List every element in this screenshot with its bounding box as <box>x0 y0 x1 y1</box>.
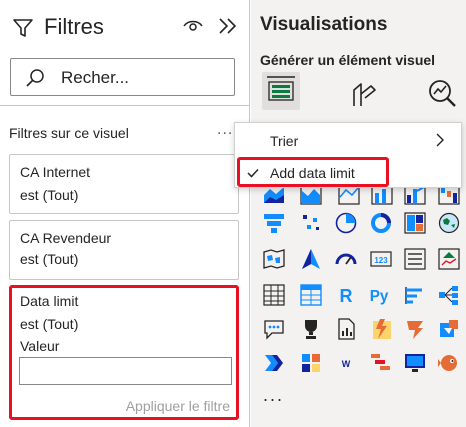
filters-header: Filtres <box>0 0 250 50</box>
visualizations-title: Visualisations <box>260 14 388 35</box>
smart-narrative-icon[interactable] <box>370 318 392 340</box>
filter-card-name: CA Internet <box>20 164 91 180</box>
key-influencers-icon[interactable] <box>404 284 426 306</box>
value-input[interactable] <box>19 357 232 385</box>
multi-row-card-icon[interactable] <box>404 248 426 270</box>
menu-item-label: Trier <box>270 133 299 149</box>
azure-map-icon[interactable] <box>300 248 322 270</box>
filters-pane: Filtres Recher... Filtres sur ce visuel … <box>0 0 250 427</box>
filter-card-ca-internet[interactable]: CA Internet est (Tout) <box>9 154 239 214</box>
power-apps-icon[interactable] <box>404 318 426 340</box>
scatter-chart-icon[interactable] <box>300 212 322 234</box>
python-visual-icon[interactable]: Py <box>368 284 390 306</box>
apply-filter-button[interactable]: Appliquer le filtre <box>126 398 230 414</box>
word-icon[interactable]: W <box>335 352 357 374</box>
qa-icon[interactable] <box>263 318 285 340</box>
monitor-visual-icon[interactable] <box>404 352 426 374</box>
menu-item-sort[interactable]: Trier <box>235 123 461 155</box>
context-menu: Trier Add data limit <box>234 122 462 188</box>
filled-map-icon[interactable] <box>263 248 285 270</box>
table-icon[interactable] <box>300 284 322 306</box>
build-visual-icon <box>267 76 295 101</box>
analytics-icon[interactable] <box>427 78 457 108</box>
svg-text:R: R <box>340 286 353 306</box>
filter-card-state: est (Tout) <box>20 187 79 203</box>
svg-text:Py: Py <box>370 288 389 305</box>
treemap-icon[interactable] <box>404 212 426 234</box>
more-visuals-button[interactable]: ... <box>263 385 284 406</box>
card-icon[interactable]: 123 <box>370 248 392 270</box>
menu-item-add-data-limit[interactable]: Add data limit <box>237 157 389 187</box>
format-visual-icon[interactable] <box>349 80 377 108</box>
more-options-button[interactable]: ... <box>217 121 233 139</box>
fish-visual-icon[interactable] <box>438 352 460 374</box>
map-icon[interactable] <box>438 212 460 234</box>
visualizations-pane: Visualisations Générer un élément visuel <box>251 0 466 427</box>
goals-icon[interactable] <box>300 318 322 340</box>
divider <box>0 105 250 106</box>
check-icon <box>247 168 259 178</box>
build-visual-subtitle: Générer un élément visuel <box>260 52 436 68</box>
filter-card-name: Data limit <box>20 293 79 309</box>
gantt-icon[interactable] <box>370 352 392 374</box>
filter-card-name: CA Revendeur <box>20 230 112 246</box>
donut-chart-icon[interactable] <box>370 212 392 234</box>
slicer-icon[interactable] <box>263 284 285 306</box>
kpi-icon[interactable] <box>438 248 460 270</box>
filters-search-input[interactable]: Recher... <box>10 58 235 96</box>
search-icon <box>26 69 44 87</box>
power-automate-icon[interactable] <box>438 318 460 340</box>
custom-visual-icon[interactable] <box>263 352 285 374</box>
filter-card-state: est (Tout) <box>20 316 79 332</box>
visual-filters-section-title: Filtres sur ce visuel <box>9 125 129 141</box>
filter-card-state: est (Tout) <box>20 251 79 267</box>
svg-text:123: 123 <box>374 256 388 265</box>
filters-title: Filtres <box>44 14 104 39</box>
pie-chart-icon[interactable] <box>335 212 357 234</box>
svg-text:W: W <box>342 359 351 369</box>
collapse-pane-icon[interactable] <box>217 16 239 36</box>
value-label: Valeur <box>20 338 60 354</box>
r-visual-icon[interactable]: R <box>335 284 357 306</box>
chevron-right-icon <box>436 133 444 147</box>
eye-icon[interactable] <box>183 18 203 34</box>
build-visual-button[interactable] <box>262 72 300 110</box>
decomposition-tree-icon[interactable] <box>438 284 460 306</box>
menu-item-label: Add data limit <box>270 165 355 181</box>
word-cloud-icon[interactable] <box>300 352 322 374</box>
paginated-report-icon[interactable] <box>335 318 357 340</box>
filter-card-data-limit[interactable]: Data limit est (Tout) Valeur Appliquer l… <box>9 285 239 420</box>
filter-icon <box>13 19 33 37</box>
gauge-icon[interactable] <box>335 248 357 270</box>
funnel-chart-icon[interactable] <box>263 212 285 234</box>
filter-card-ca-revendeur[interactable]: CA Revendeur est (Tout) <box>9 220 239 280</box>
search-placeholder: Recher... <box>61 68 130 87</box>
